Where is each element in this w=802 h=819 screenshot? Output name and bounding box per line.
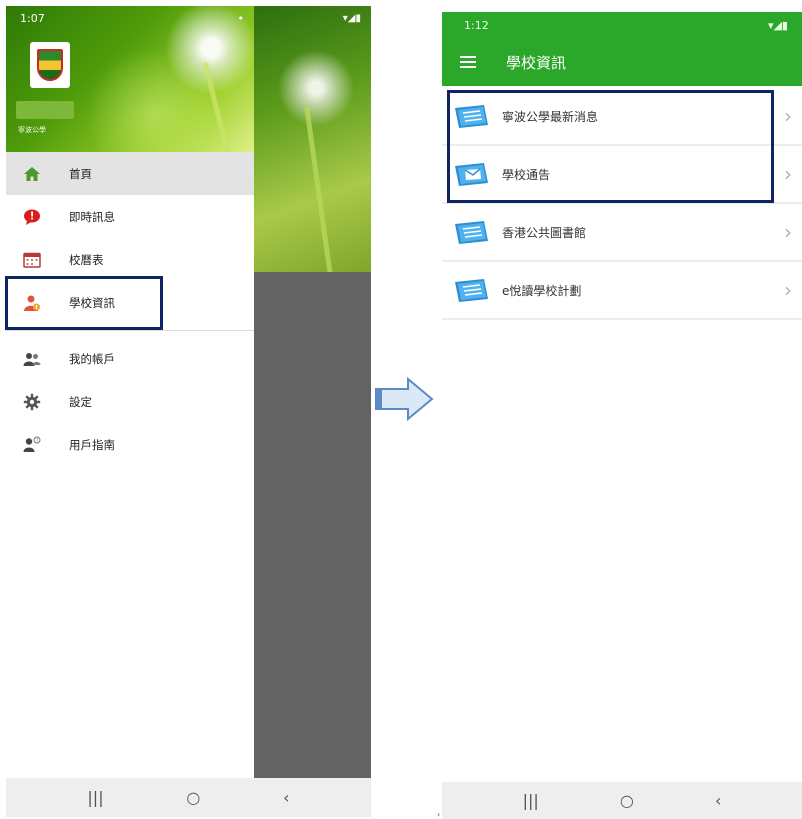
status-bar: 1:07 • (6, 6, 254, 30)
svg-text:?: ? (36, 438, 39, 444)
calendar-icon (22, 250, 42, 270)
menu-label: 即時訊息 (69, 209, 115, 224)
highlight-box (5, 276, 163, 330)
system-navbar: ||| ○ ‹ (6, 778, 371, 817)
menu-item-my-account[interactable]: 我的帳戶 (6, 337, 254, 380)
menu-label: 校曆表 (69, 252, 104, 267)
menu-item-settings[interactable]: 設定 (6, 380, 254, 423)
artifact-mark: ‹ (437, 810, 441, 819)
gear-icon (22, 392, 42, 412)
newspaper-icon (455, 279, 488, 302)
chevron-right-icon: › (784, 104, 792, 128)
user-guide-icon: ? (22, 435, 42, 455)
list-item-public-library[interactable]: 香港公共圖書館 › (442, 204, 802, 262)
recent-apps-button[interactable]: ||| (523, 791, 539, 810)
status-bar: 1:12 ▾◢▮ (442, 12, 802, 38)
page-title: 學校資訊 (506, 53, 567, 72)
right-arrow-icon (375, 376, 434, 422)
menu-icon[interactable] (460, 56, 476, 68)
right-phone-screen: 1:12 ▾◢▮ 學校資訊 寧波公學最新消息 › 學校通告 › 香港公共圖書館 … (442, 12, 802, 819)
user-name-placeholder (16, 101, 74, 119)
menu-label: 用戶指南 (69, 437, 115, 452)
left-phone-screen: 1:07 • 寧波公學 首頁 即時訊息 校曆表 學校資訊 我的帳戶 設定 ? 用… (6, 6, 371, 817)
status-icons: ▾◢▮ (767, 18, 788, 32)
status-icons: ▾◢▮ (342, 12, 361, 24)
chevron-right-icon: › (784, 278, 792, 302)
account-icon (22, 349, 42, 369)
status-time: 1:07 (20, 11, 45, 25)
home-button[interactable]: ○ (186, 788, 200, 807)
menu-item-user-guide[interactable]: ? 用戶指南 (6, 423, 254, 466)
status-dot-icon: • (237, 11, 245, 25)
list-item-label: e悅讀學校計劃 (502, 283, 582, 298)
menu-item-messages[interactable]: 即時訊息 (6, 195, 254, 238)
menu-item-calendar[interactable]: 校曆表 (6, 238, 254, 281)
header-school-name: 寧波公學 (18, 126, 46, 134)
newspaper-icon (455, 221, 488, 244)
school-logo (30, 42, 70, 88)
menu-divider (6, 330, 254, 331)
status-time: 1:12 (464, 18, 489, 32)
menu-label: 首頁 (69, 166, 92, 181)
chevron-right-icon: › (784, 162, 792, 186)
back-button[interactable]: ‹ (283, 788, 289, 807)
list-item-label: 香港公共圖書館 (502, 225, 587, 240)
chevron-right-icon: › (784, 220, 792, 244)
menu-label: 我的帳戶 (69, 351, 115, 366)
menu-item-home[interactable]: 首頁 (6, 152, 254, 195)
menu-label: 設定 (69, 394, 92, 409)
back-button[interactable]: ‹ (715, 791, 721, 810)
recent-apps-button[interactable]: ||| (87, 788, 103, 807)
shield-icon (37, 49, 63, 81)
app-bar: 學校資訊 (442, 38, 802, 86)
drawer-scrim[interactable] (254, 272, 371, 778)
highlight-box (447, 90, 774, 203)
system-navbar: ||| ○ ‹ (442, 782, 802, 819)
home-icon (22, 164, 42, 184)
home-button[interactable]: ○ (620, 791, 634, 810)
list-item-e-reading[interactable]: e悅讀學校計劃 › (442, 262, 802, 320)
message-icon (22, 207, 42, 227)
